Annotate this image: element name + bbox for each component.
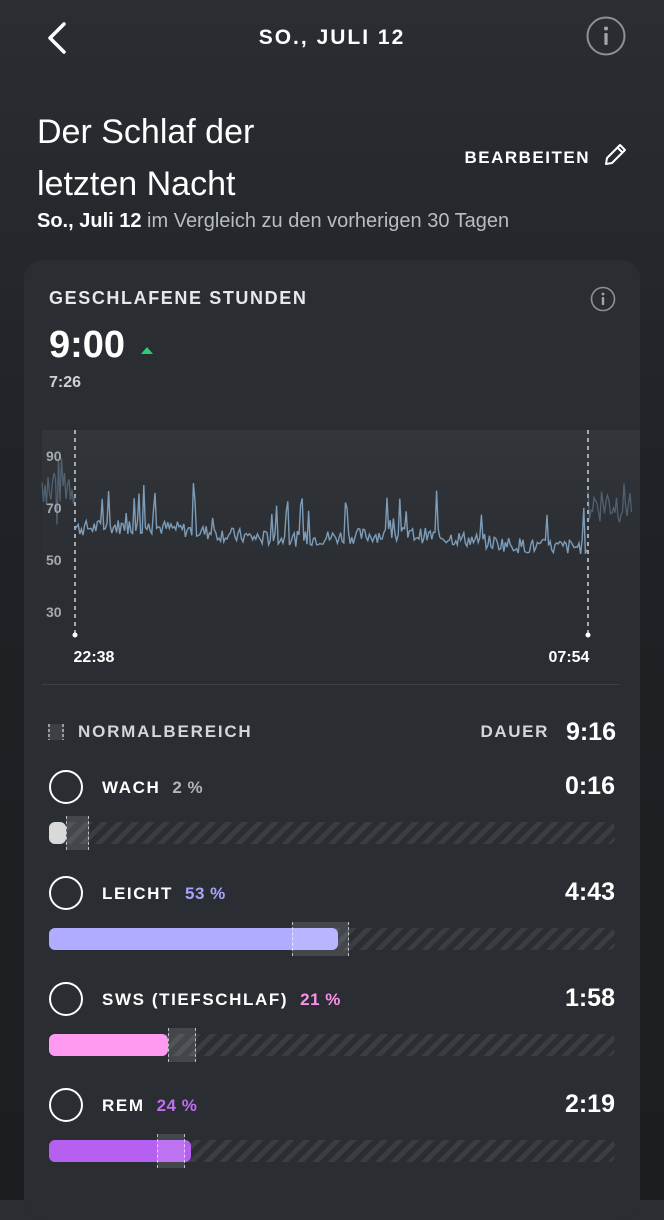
stage-normal-range: [167, 1028, 197, 1062]
edit-button[interactable]: BEARBEITEN: [464, 142, 628, 173]
sleep-hours-card: GESCHLAFENE STUNDEN 9:00 7:26 90 70 50 3…: [24, 260, 640, 1220]
stage-name-text: LEICHT: [102, 884, 173, 903]
end-time-label: 07:54: [549, 649, 590, 666]
duration-total: 9:16: [565, 718, 616, 746]
start-time-label: 22:38: [74, 649, 115, 666]
stage-rem: REM 24 % 2:19: [24, 1088, 640, 1188]
stage-name-text: SWS (TIEFSCHLAF): [102, 990, 289, 1009]
stage-name-text: REM: [102, 1096, 145, 1115]
stage-wach: WACH 2 % 0:16: [24, 770, 640, 870]
stage-name: SWS (TIEFSCHLAF) 21 %: [102, 990, 341, 1010]
stage-name: WACH 2 %: [102, 778, 203, 798]
stage-time: 4:43: [564, 878, 615, 906]
subtitle-date: So., Juli 12: [37, 210, 142, 232]
average-value: 7:26: [49, 374, 82, 391]
stage-time: 2:19: [564, 1090, 615, 1118]
y-tick-90: 90: [46, 448, 62, 464]
top-bar: SO., JULI 12: [0, 0, 664, 80]
stage-normal-range: [156, 1134, 185, 1168]
stage-sws: SWS (TIEFSCHLAF) 21 % 1:58: [24, 982, 640, 1082]
start-marker-dot: [72, 632, 78, 638]
normal-range-label: NORMALBEREICH: [78, 722, 253, 741]
stage-name-text: WACH: [102, 778, 161, 797]
duration-label: DAUER: [480, 722, 549, 741]
stage-bar-track: [49, 816, 615, 850]
stage-percent: 53 %: [184, 884, 226, 903]
stage-circle[interactable]: [49, 982, 83, 1016]
stage-circle[interactable]: [49, 876, 83, 910]
stage-time: 1:58: [564, 984, 615, 1012]
stage-normal-range: [65, 816, 89, 850]
stage-circle[interactable]: [49, 770, 83, 804]
divider: [42, 684, 620, 685]
stage-bar-fill: [49, 1034, 168, 1056]
stage-percent: 21 %: [300, 990, 341, 1009]
stage-bar-track: [49, 922, 615, 956]
y-tick-30: 30: [46, 604, 62, 620]
sleep-duration-value: 9:00: [49, 324, 126, 366]
stage-bar-fill: [49, 822, 66, 844]
y-tick-70: 70: [46, 500, 62, 516]
stage-circle[interactable]: [49, 1088, 83, 1122]
headline-line-2: letzten Nacht: [37, 165, 236, 203]
stage-bar-track: [49, 1134, 615, 1168]
y-tick-50: 50: [46, 552, 62, 568]
stage-leicht: LEICHT 53 % 4:43: [24, 876, 640, 976]
subtitle-text: im Vergleich zu den vorherigen 30 Tagen: [141, 210, 510, 232]
stage-name: LEICHT 53 %: [102, 884, 226, 904]
stage-percent: 2 %: [172, 778, 204, 797]
pencil-icon: [602, 142, 628, 173]
headline-line-1: Der Schlaf der: [37, 113, 255, 151]
trend-up-icon: [140, 342, 154, 360]
stage-name: REM 24 %: [102, 1096, 197, 1116]
stage-normal-range: [292, 922, 349, 956]
end-marker-dot: [585, 632, 591, 638]
heart-rate-chart: 90 70 50 30 22:38 07:54: [41, 430, 640, 666]
info-icon[interactable]: [590, 286, 616, 312]
card-title: GESCHLAFENE STUNDEN: [49, 288, 308, 308]
stage-time: 0:16: [564, 772, 615, 800]
page-title: SO., JULI 12: [258, 26, 406, 49]
normal-range-legend-icon: [48, 724, 64, 740]
info-icon[interactable]: [586, 16, 626, 56]
subtitle: So., Juli 12 im Vergleich zu den vorheri…: [37, 210, 509, 233]
stage-percent: 24 %: [156, 1096, 198, 1115]
stage-bar-track: [49, 1028, 615, 1062]
edit-label: BEARBEITEN: [464, 147, 590, 167]
headline-title: Der Schlaf der letzten Nacht: [37, 106, 417, 210]
